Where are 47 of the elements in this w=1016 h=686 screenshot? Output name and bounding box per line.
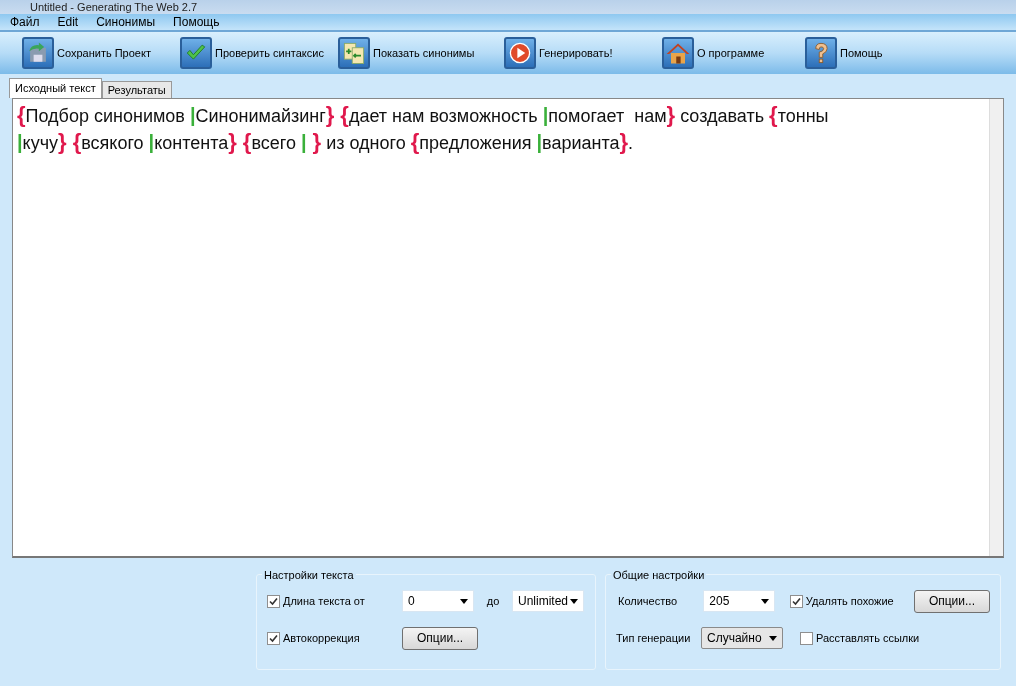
play-icon <box>504 37 536 69</box>
generation-type-label: Тип генерации <box>616 630 692 646</box>
count-dropdown[interactable]: 205 <box>703 590 775 612</box>
menu-item[interactable]: Файл <box>10 13 40 31</box>
editor[interactable]: {Подбор синонимов |Синонимайзинг} {дает нам возможность |помогает нам} создавать {тонны |кучу} {всякого |контента} {всего | } из одного {предложения |варианта}. <box>12 98 1004 558</box>
source-text-line: {Подбор синонимов |Синонимайзинг} {дает нам возможность |помогает нам} создавать {тонны <box>17 102 829 129</box>
checkbox[interactable] <box>267 594 280 608</box>
tab[interactable]: Исходный текст <box>9 78 102 98</box>
checkbox-label: Длина текста от <box>283 593 365 609</box>
dropdown-arrow-icon <box>760 598 769 604</box>
scrollbar[interactable] <box>989 99 1003 556</box>
to-label: до <box>485 593 501 609</box>
menu-item[interactable]: Синонимы <box>96 13 156 31</box>
toolbar-button[interactable]: Помощь <box>805 37 963 69</box>
checkbox-label: Автокоррекция <box>283 630 360 646</box>
toolbar-button[interactable]: Показать синонимы <box>338 37 504 69</box>
count-label: Количество <box>617 593 679 609</box>
options-button[interactable]: Опции... <box>913 589 990 613</box>
dropdown-arrow-icon <box>460 598 468 604</box>
checkmark-icon <box>791 596 801 606</box>
checkbox[interactable] <box>800 631 813 645</box>
checkbox-label: Удалять похожие <box>805 593 894 609</box>
generation-type-dropdown[interactable]: Случайно <box>701 627 783 649</box>
checkbox[interactable] <box>789 594 803 608</box>
length-to-dropdown[interactable]: Unlimited <box>512 590 584 612</box>
menu-item[interactable]: Edit <box>57 13 79 31</box>
source-text-line: |кучу} {всякого |контента} {всего | } из одного {предложения |варианта}. <box>17 129 634 156</box>
toolbar-button[interactable]: Сохранить Проект <box>22 37 180 69</box>
house-icon <box>662 37 694 69</box>
checkmark-icon <box>269 596 278 606</box>
tab[interactable]: Результаты <box>101 81 172 98</box>
menu-item[interactable]: Помощь <box>173 13 220 31</box>
length-from-dropdown[interactable]: 0 <box>402 590 474 612</box>
checkmark-icon <box>269 633 278 643</box>
dropdown-arrow-icon <box>769 635 777 641</box>
checkmark-icon <box>180 37 212 69</box>
window-title: Untitled - Generating The Web 2.7 <box>30 1 198 13</box>
dropdown-arrow-icon <box>570 598 578 604</box>
toolbar-button[interactable]: Генерировать! <box>504 37 662 69</box>
help-icon <box>805 37 837 69</box>
checkbox-label: Расставлять ссылки <box>816 630 920 646</box>
options-button[interactable]: Опции... <box>402 626 479 650</box>
checkbox[interactable] <box>267 631 280 645</box>
toolbar-button[interactable]: Проверить синтаксис <box>180 37 338 69</box>
toolbar-button[interactable]: О программе <box>662 37 805 69</box>
documents-icon <box>338 37 370 69</box>
group-title: Общие настройки <box>611 567 707 584</box>
